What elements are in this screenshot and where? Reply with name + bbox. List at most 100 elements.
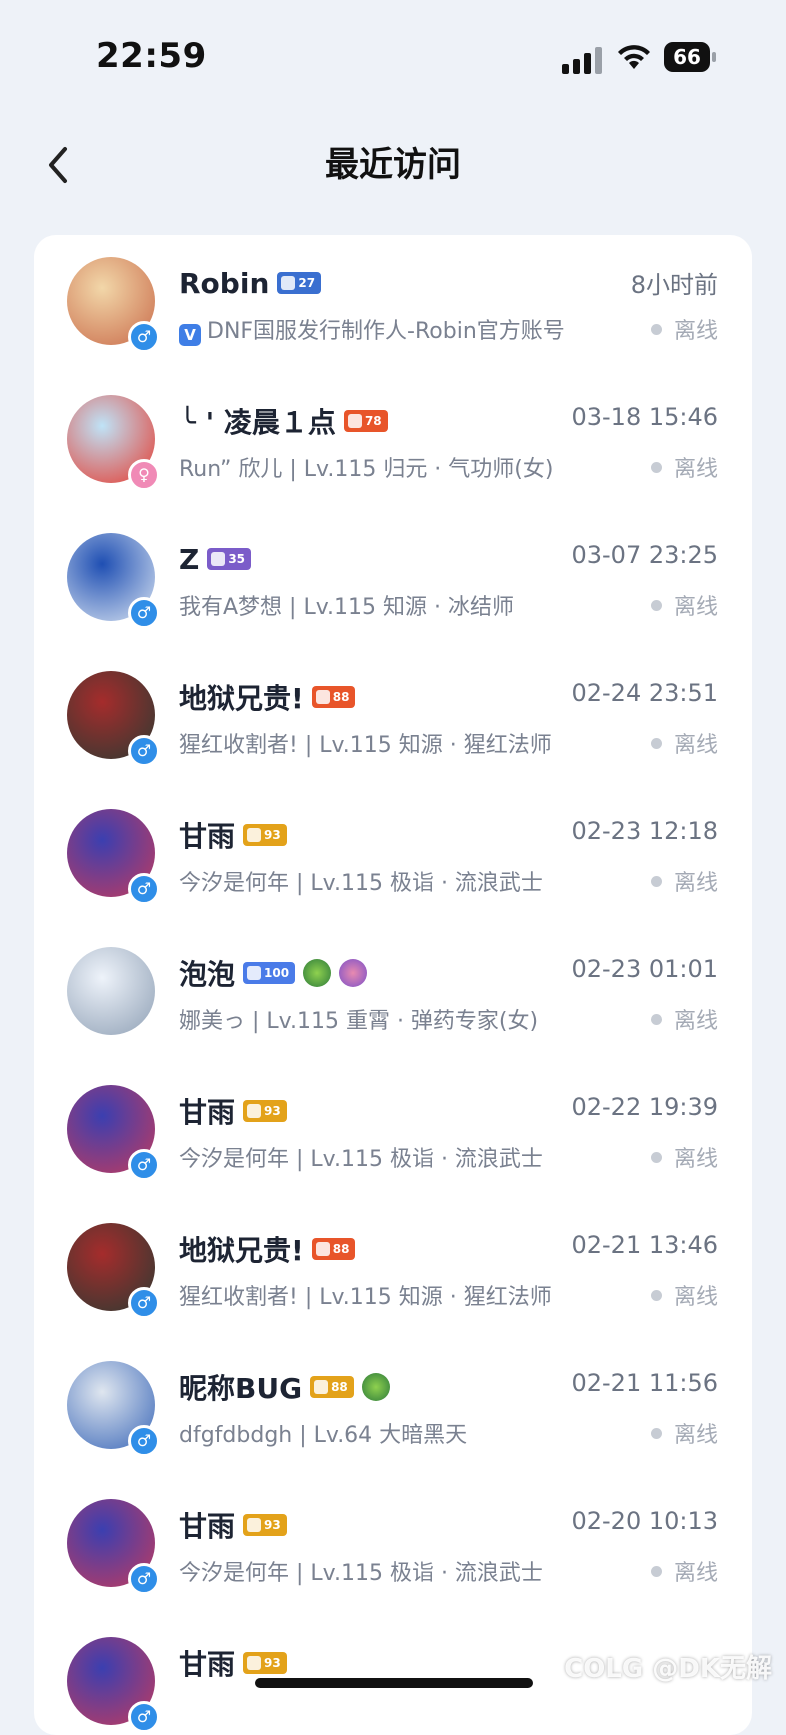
visit-time: 02-21 11:56 xyxy=(571,1369,718,1397)
verified-icon: V xyxy=(179,324,201,346)
level-badge: 88 xyxy=(311,1238,356,1260)
status-text: 离线 xyxy=(673,1285,718,1310)
status-text: 离线 xyxy=(673,457,718,482)
user-name[interactable]: 甘雨 xyxy=(179,1643,235,1683)
level-badge: 93 xyxy=(243,1100,287,1122)
user-name[interactable]: ╰ ' 凌晨１点 xyxy=(179,401,336,441)
visitor-row[interactable]: ♂ 甘雨 93 02-20 10:13 今汐是何年 | Lv.115 极诣 · 流浪武士… xyxy=(34,1477,752,1615)
visitor-row[interactable]: ♂ 甘雨 93 02-22 19:39 今汐是何年 | Lv.115 极诣 · 流浪武士… xyxy=(34,1063,752,1201)
emblem-icon xyxy=(361,1373,390,1401)
status-text: 离线 xyxy=(673,1423,718,1448)
level-badge: 88 xyxy=(311,686,356,708)
badge-level: 93 xyxy=(264,1518,281,1532)
visitor-row[interactable]: ♂ 昵称BUG 88 02-21 11:56 dfgfdbdgh | Lv.64 大暗黑… xyxy=(34,1339,752,1477)
subtitle-text: Run” 欣儿 | Lv.115 归元 · 气功师(女) xyxy=(179,457,554,482)
online-status: 离线 xyxy=(650,727,718,759)
status-dot-icon xyxy=(650,876,662,887)
user-name[interactable]: Z xyxy=(179,543,199,576)
status-dot-icon xyxy=(650,462,662,473)
subtitle-text: 今汐是何年 | Lv.115 极诣 · 流浪武士 xyxy=(179,1147,543,1172)
subtitle-text: 今汐是何年 | Lv.115 极诣 · 流浪武士 xyxy=(179,871,543,896)
user-name[interactable]: 甘雨 xyxy=(179,1091,235,1131)
male-icon: ♂ xyxy=(128,873,160,905)
name-line: Z 35 xyxy=(179,539,252,579)
user-subtitle: V DNF国服发行制作人-Robin官方账号 xyxy=(179,313,619,346)
emblem-icon xyxy=(339,959,368,987)
name-line: 甘雨 93 xyxy=(179,1505,287,1545)
user-name[interactable]: Robin xyxy=(179,267,269,300)
male-icon: ♂ xyxy=(128,1425,160,1457)
visit-time: 02-20 10:13 xyxy=(571,1507,718,1535)
visitor-row[interactable]: ♂ 地狱兄贵! 88 02-24 23:51 猩红收割者! | Lv.115 知源 · … xyxy=(34,649,752,787)
user-name[interactable]: 甘雨 xyxy=(179,815,235,855)
male-icon: ♂ xyxy=(128,1287,160,1319)
online-status: 离线 xyxy=(650,1555,718,1587)
status-text: 离线 xyxy=(673,1147,718,1172)
status-dot-icon xyxy=(650,738,662,749)
cellular-signal-icon xyxy=(562,46,604,74)
badge-icon xyxy=(247,1656,262,1670)
user-name[interactable]: 泡泡 xyxy=(179,953,235,993)
back-button[interactable] xyxy=(38,140,78,190)
visitor-row[interactable]: ♂ 地狱兄贵! 88 02-21 13:46 猩红收割者! | Lv.115 知源 · … xyxy=(34,1201,752,1339)
home-indicator[interactable] xyxy=(255,1678,533,1688)
badge-icon xyxy=(247,1518,262,1532)
user-subtitle: Run” 欣儿 | Lv.115 归元 · 气功师(女) xyxy=(179,451,619,483)
visitor-row[interactable]: ♂ 甘雨 93 02-23 12:18 今汐是何年 | Lv.115 极诣 · 流浪武士… xyxy=(34,787,752,925)
page-title: 最近访问 xyxy=(325,145,461,185)
user-subtitle: 今汐是何年 | Lv.115 极诣 · 流浪武士 xyxy=(179,865,619,897)
subtitle-text: DNF国服发行制作人-Robin官方账号 xyxy=(207,319,565,344)
online-status: 离线 xyxy=(650,1417,718,1449)
male-icon: ♂ xyxy=(128,1149,160,1181)
online-status: 离线 xyxy=(650,1279,718,1311)
visitor-row[interactable]: ♀ ╰ ' 凌晨１点 78 03-18 15:46 Run” 欣儿 | Lv.115 归… xyxy=(34,373,752,511)
avatar[interactable] xyxy=(67,947,155,1035)
badge-level: 88 xyxy=(332,690,350,704)
user-name[interactable]: 昵称BUG xyxy=(179,1367,302,1407)
name-line: 甘雨 93 xyxy=(179,1643,287,1683)
user-subtitle: 猩红收割者! | Lv.115 知源 · 猩红法师 xyxy=(179,727,619,759)
level-badge: 88 xyxy=(310,1376,354,1398)
online-status: 离线 xyxy=(650,865,718,897)
online-status: 离线 xyxy=(650,1003,718,1035)
online-status: 离线 xyxy=(650,313,718,345)
badge-level: 35 xyxy=(228,552,246,566)
badge-icon xyxy=(347,414,362,428)
visit-time: 03-07 23:25 xyxy=(571,541,718,569)
visitor-row[interactable]: ♂ Robin 27 8小时前 V DNF国服发行制作人-Robin官方账号 离线 xyxy=(34,235,752,373)
level-badge: 78 xyxy=(343,410,388,432)
visitor-list: ♂ Robin 27 8小时前 V DNF国服发行制作人-Robin官方账号 离线 ♀ ╰ ' … xyxy=(34,235,752,1735)
status-dot-icon xyxy=(650,1152,662,1163)
badge-level: 100 xyxy=(264,966,290,980)
subtitle-text: 今汐是何年 | Lv.115 极诣 · 流浪武士 xyxy=(179,1561,543,1586)
badge-level: 93 xyxy=(264,828,281,842)
visit-time: 02-24 23:51 xyxy=(571,679,718,707)
name-line: 地狱兄贵! 88 xyxy=(179,1229,356,1269)
female-icon: ♀ xyxy=(128,459,160,491)
subtitle-text: 猩红收割者! | Lv.115 知源 · 猩红法师 xyxy=(179,1285,552,1310)
user-subtitle: 我有A梦想 | Lv.115 知源 · 冰结师 xyxy=(179,589,619,621)
name-line: 甘雨 93 xyxy=(179,815,287,855)
visitor-row[interactable]: ♂ Z 35 03-07 23:25 我有A梦想 | Lv.115 知源 · 冰结师 离线 xyxy=(34,511,752,649)
badge-level: 88 xyxy=(331,1380,348,1394)
visit-time: 8小时前 xyxy=(630,271,718,299)
visitor-row[interactable]: 泡泡 100 02-23 01:01 娜美っ | Lv.115 重霄 · 弹药专家(女… xyxy=(34,925,752,1063)
badge-level: 93 xyxy=(264,1104,281,1118)
online-status: 离线 xyxy=(650,589,718,621)
user-name[interactable]: 地狱兄贵! xyxy=(179,677,304,717)
status-text: 离线 xyxy=(673,1561,718,1586)
visit-time: 02-23 01:01 xyxy=(571,955,718,983)
status-text: 离线 xyxy=(673,871,718,896)
user-subtitle: 今汐是何年 | Lv.115 极诣 · 流浪武士 xyxy=(179,1141,619,1173)
badge-level: 88 xyxy=(332,1242,350,1256)
status-time: 22:59 xyxy=(96,36,207,76)
user-name[interactable]: 甘雨 xyxy=(179,1505,235,1545)
status-dot-icon xyxy=(650,1428,662,1439)
status-dot-icon xyxy=(650,324,662,335)
user-subtitle: 猩红收割者! | Lv.115 知源 · 猩红法师 xyxy=(179,1279,619,1311)
chevron-left-icon xyxy=(49,147,67,183)
subtitle-text: 猩红收割者! | Lv.115 知源 · 猩红法师 xyxy=(179,733,552,758)
subtitle-text: dfgfdbdgh | Lv.64 大暗黑天 xyxy=(179,1423,468,1448)
user-name[interactable]: 地狱兄贵! xyxy=(179,1229,304,1269)
level-badge: 93 xyxy=(243,1652,287,1674)
